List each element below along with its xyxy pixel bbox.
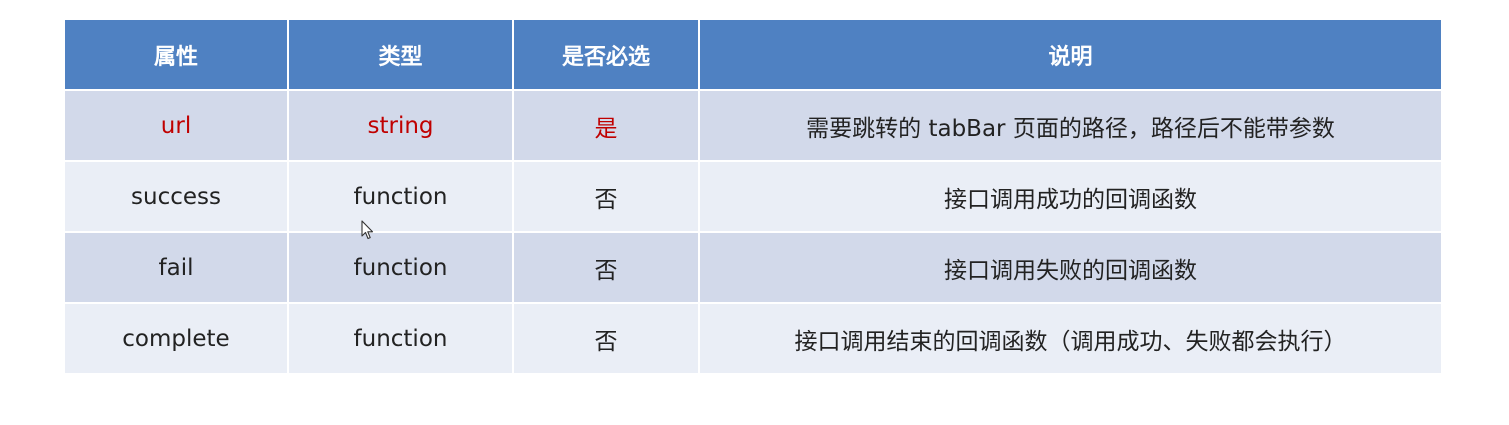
table-row: url string 是 需要跳转的 tabBar 页面的路径，路径后不能带参数 [63,89,1443,162]
cell-type: string [287,89,514,162]
table-row: fail function 否 接口调用失败的回调函数 [63,231,1443,304]
cell-type: function [287,160,514,233]
api-params-table: 属性 类型 是否必选 说明 url string 是 需要跳转的 tabBar … [63,18,1443,375]
cell-property: success [63,160,289,233]
table-row: success function 否 接口调用成功的回调函数 [63,160,1443,233]
api-params-table-container: 属性 类型 是否必选 说明 url string 是 需要跳转的 tabBar … [63,18,1443,375]
header-property: 属性 [63,18,289,91]
cell-required: 否 [512,231,700,304]
cell-required: 否 [512,160,700,233]
cell-description: 接口调用结束的回调函数（调用成功、失败都会执行） [698,302,1443,375]
cell-description: 接口调用成功的回调函数 [698,160,1443,233]
cell-property: complete [63,302,289,375]
header-type: 类型 [287,18,514,91]
header-description: 说明 [698,18,1443,91]
table-row: complete function 否 接口调用结束的回调函数（调用成功、失败都… [63,302,1443,375]
mouse-pointer-icon [361,220,374,240]
cell-description: 需要跳转的 tabBar 页面的路径，路径后不能带参数 [698,89,1443,162]
cell-description: 接口调用失败的回调函数 [698,231,1443,304]
table-header-row: 属性 类型 是否必选 说明 [63,18,1443,91]
cell-type: function [287,231,514,304]
cell-required: 否 [512,302,700,375]
header-required: 是否必选 [512,18,700,91]
cell-type: function [287,302,514,375]
cell-property: url [63,89,289,162]
cell-property: fail [63,231,289,304]
cell-required: 是 [512,89,700,162]
